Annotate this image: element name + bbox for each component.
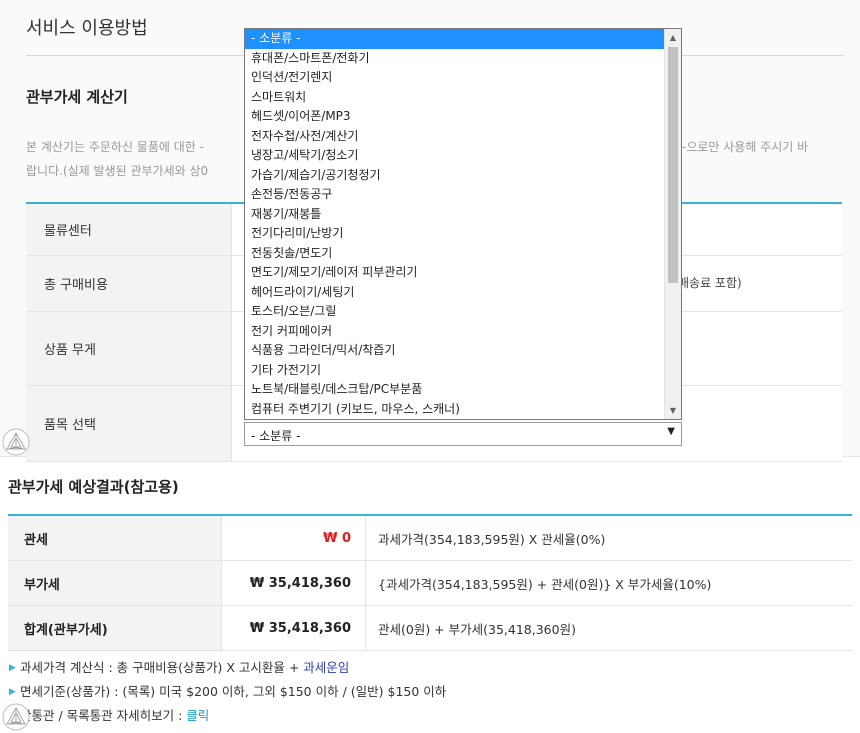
scrollbar-thumb[interactable] <box>668 47 678 283</box>
dropdown-option[interactable]: 휴대폰/스마트폰/전화기 <box>245 49 664 69</box>
dropdown-option[interactable]: 냉장고/세탁기/청소기 <box>245 146 664 166</box>
result-label: 관세 <box>8 516 222 560</box>
note-customs-detail: 반통관 / 목록통관 자세히보기 : 클릭 <box>8 704 446 728</box>
dropdown-option[interactable]: 토스터/오븐/그릴 <box>245 302 664 322</box>
taxable-freight-link[interactable]: 과세운임 <box>303 660 349 675</box>
result-table: 관세 ₩ 0 과세가격(354,183,595원) X 관세율(0%) 부가세 … <box>8 514 852 651</box>
dropdown-option[interactable]: 전자수첩/사전/계산기 <box>245 127 664 147</box>
note-text: 과세가격 계산식 : 총 구매비용(상품가) X 고시환율 + <box>20 660 304 675</box>
dropdown-arrow-icon[interactable]: ▼ <box>667 426 675 437</box>
triangle-bullet-icon: ▶ <box>9 663 16 673</box>
result-notes: ▶ 과세가격 계산식 : 총 구매비용(상품가) X 고시환율 + 과세운임 ▶… <box>8 656 446 728</box>
watermark-icon <box>2 703 30 731</box>
result-row-duty: 관세 ₩ 0 과세가격(354,183,595원) X 관세율(0%) <box>8 516 852 561</box>
shipping-note: 배송료 포함) <box>678 276 742 290</box>
result-amount: ₩ 35,418,360 <box>222 561 366 605</box>
watermark-icon <box>2 428 30 456</box>
result-formula: 관세(0원) + 부가세(35,418,360원) <box>378 621 576 637</box>
dropdown-option[interactable]: 스마트워치 <box>245 88 664 108</box>
dropdown-option[interactable]: - 소분류 - <box>245 29 664 49</box>
result-amount: ₩ 0 <box>222 516 366 560</box>
detail-click-link[interactable]: 클릭 <box>186 708 209 723</box>
note-text: 면세기준(상품가) : (목록) 미국 $200 이하, 그외 $150 이하 … <box>20 684 447 699</box>
scroll-down-icon[interactable]: ▼ <box>665 402 681 419</box>
form-label: 품목 선택 <box>26 386 232 461</box>
dropdown-scrollbar[interactable]: ▲ ▼ <box>664 29 681 419</box>
service-title: 서비스 이용방법 <box>26 18 148 39</box>
subcategory-select[interactable]: - 소분류 - ▼ <box>244 422 682 446</box>
dropdown-option[interactable]: 컴퓨터 주변기기 (키보드, 마우스, 스캐너) <box>245 400 664 420</box>
note-taxable-formula: ▶ 과세가격 계산식 : 총 구매비용(상품가) X 고시환율 + 과세운임 <box>8 656 446 680</box>
dropdown-option[interactable]: 전동칫솔/면도기 <box>245 244 664 264</box>
result-title: 관부가세 예상결과(참고용) <box>8 478 179 496</box>
note-exemption: ▶ 면세기준(상품가) : (목록) 미국 $200 이하, 그외 $150 이… <box>8 680 446 704</box>
dropdown-option[interactable]: 가습기/제습기/공기청정기 <box>245 166 664 186</box>
description-line1-right: -으로만 사용해 주시기 바 <box>682 140 809 154</box>
result-label: 합계(관부가세) <box>8 606 222 650</box>
calculator-title: 관부가세 계산기 <box>26 88 128 106</box>
dropdown-option[interactable]: 노트북/태블릿/데스크탑/PC부분품 <box>245 380 664 400</box>
triangle-bullet-icon: ▶ <box>9 687 16 697</box>
dropdown-option[interactable]: 헤드셋/이어폰/MP3 <box>245 107 664 127</box>
dropdown-option[interactable]: 재봉기/재봉틀 <box>245 205 664 225</box>
dropdown-option[interactable]: 식품용 그라인더/믹서/착즙기 <box>245 341 664 361</box>
scroll-up-icon[interactable]: ▲ <box>665 29 681 46</box>
result-label: 부가세 <box>8 561 222 605</box>
dropdown-option[interactable]: 전기 커피메이커 <box>245 322 664 342</box>
dropdown-option[interactable]: 면도기/제모기/레이저 피부관리기 <box>245 263 664 283</box>
subcategory-dropdown-list[interactable]: - 소분류 - 휴대폰/스마트폰/전화기 인덕션/전기렌지 스마트워치 헤드셋/… <box>244 28 682 420</box>
form-label: 상품 무게 <box>26 312 232 385</box>
dropdown-option[interactable]: 손전등/전동공구 <box>245 185 664 205</box>
form-label: 물류센터 <box>26 204 232 255</box>
select-value: - 소분류 - <box>251 429 301 443</box>
form-label: 총 구매비용 <box>26 256 232 311</box>
dropdown-option[interactable]: 전기다리미/난방기 <box>245 224 664 244</box>
note-text: 반통관 / 목록통관 자세히보기 : <box>20 708 187 723</box>
description-line1-left: 본 계산기는 주문하신 물품에 대한 - <box>26 140 204 154</box>
dropdown-option[interactable]: 헤어드라이기/세팅기 <box>245 283 664 303</box>
result-formula: 과세가격(354,183,595원) X 관세율(0%) <box>378 531 606 547</box>
result-amount: ₩ 35,418,360 <box>222 606 366 650</box>
result-formula: {과세가격(354,183,595원) + 관세(0원)} X 부가세율(10%… <box>378 576 712 592</box>
dropdown-option[interactable]: 기타 가전기기 <box>245 361 664 381</box>
result-row-vat: 부가세 ₩ 35,418,360 {과세가격(354,183,595원) + 관… <box>8 561 852 606</box>
result-row-total: 합계(관부가세) ₩ 35,418,360 관세(0원) + 부가세(35,41… <box>8 606 852 651</box>
dropdown-option[interactable]: 인덕션/전기렌지 <box>245 68 664 88</box>
